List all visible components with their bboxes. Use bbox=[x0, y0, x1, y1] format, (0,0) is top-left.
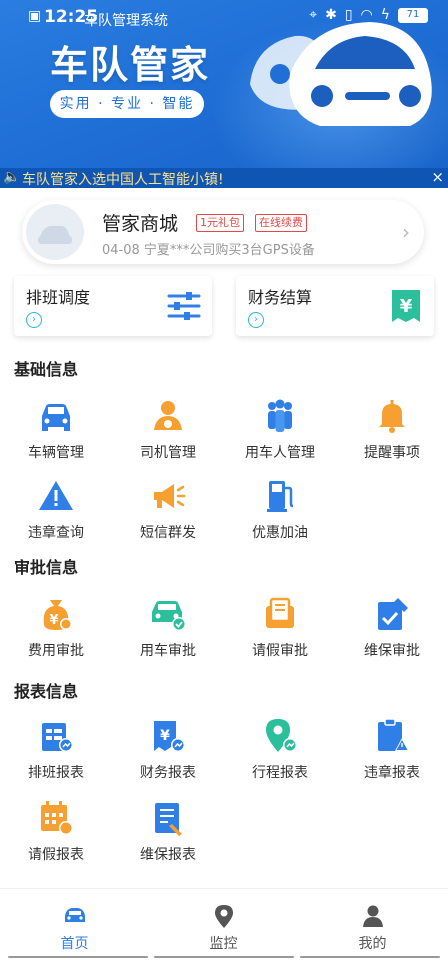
location-report-icon bbox=[266, 719, 297, 752]
shop-card[interactable]: 管家商城 1元礼包 在线续费 04-08 宁夏***公司购买3台GPS设备 › bbox=[22, 200, 424, 264]
grid-finance-report[interactable]: ¥ 财务报表 bbox=[112, 716, 224, 782]
section-title-approval: 审批信息 bbox=[14, 558, 79, 577]
grid-vehicle-use-approval[interactable]: 用车审批 bbox=[112, 594, 224, 660]
grid-trip-report[interactable]: 行程报表 bbox=[224, 716, 336, 782]
grid-fuel-discount[interactable]: 优惠加油 bbox=[224, 476, 336, 542]
tab-label: 首页 bbox=[60, 936, 89, 952]
warning-icon bbox=[39, 481, 73, 510]
svg-text:¥: ¥ bbox=[160, 728, 170, 744]
grid-label: 维保报表 bbox=[140, 847, 196, 863]
car-check-icon bbox=[152, 601, 186, 631]
grid-label: 短信群发 bbox=[140, 525, 196, 541]
shop-thumbnail bbox=[26, 204, 84, 260]
sliders-icon bbox=[167, 292, 201, 320]
grid-driver-management[interactable]: 司机管理 bbox=[112, 396, 224, 462]
tab-monitor[interactable]: 监控 bbox=[149, 903, 298, 953]
notice-text: 车队管家入选中国人工智能小镇! bbox=[22, 172, 224, 188]
status-app-label: 车队管理系统 bbox=[84, 13, 168, 29]
users-icon bbox=[268, 399, 292, 432]
grid-label: 提醒事项 bbox=[364, 445, 420, 461]
quick-label: 排班调度 bbox=[26, 288, 91, 307]
grid-user-management[interactable]: 用车人管理 bbox=[224, 396, 336, 462]
grid-label: 行程报表 bbox=[252, 765, 308, 781]
bell-icon bbox=[379, 400, 405, 433]
grid-leave-approval[interactable]: 请假审批 bbox=[224, 594, 336, 660]
grid-leave-report[interactable]: 请假报表 bbox=[0, 798, 112, 864]
grid-maintenance-approval[interactable]: 维保审批 bbox=[336, 594, 448, 660]
nav-indicator bbox=[8, 956, 148, 958]
home-car-icon bbox=[64, 908, 85, 922]
grid-maintenance-report[interactable]: 维保报表 bbox=[112, 798, 224, 864]
finance-settlement-card[interactable]: 财务结算 › ¥ bbox=[236, 276, 434, 336]
grid-label: 请假审批 bbox=[252, 643, 308, 659]
grid-label: 维保审批 bbox=[364, 643, 420, 659]
bottom-tab-bar: 首页 监控 我的 bbox=[0, 888, 448, 960]
grid-label: 用车人管理 bbox=[245, 445, 315, 461]
calendar-report-icon bbox=[41, 801, 73, 835]
driver-icon bbox=[154, 401, 182, 430]
tab-profile[interactable]: 我的 bbox=[298, 903, 447, 953]
grid-label: 违章查询 bbox=[28, 525, 84, 541]
money-bag-icon: ¥ bbox=[43, 600, 72, 630]
schedule-report-icon bbox=[42, 723, 73, 752]
yuan-receipt-icon: ¥ bbox=[392, 290, 420, 322]
grid-reminders[interactable]: 提醒事项 bbox=[336, 396, 448, 462]
tab-home[interactable]: 首页 bbox=[0, 903, 149, 953]
finance-report-icon: ¥ bbox=[154, 721, 185, 752]
grid-label: 车辆管理 bbox=[28, 445, 84, 461]
shop-car-icon bbox=[38, 226, 72, 244]
close-icon[interactable]: × bbox=[431, 168, 444, 186]
grid-label: 请假报表 bbox=[28, 847, 84, 863]
speaker-icon: 🔈 bbox=[3, 169, 21, 185]
renewal-tag[interactable]: 在线续费 bbox=[255, 214, 307, 232]
grid-label: 用车审批 bbox=[140, 643, 196, 659]
grid-label: 违章报表 bbox=[364, 765, 420, 781]
leave-doc-icon bbox=[266, 597, 294, 628]
section-title-reports: 报表信息 bbox=[14, 682, 79, 701]
grid-label: 财务报表 bbox=[140, 765, 196, 781]
grid-label: 费用审批 bbox=[28, 643, 84, 659]
violation-report-icon bbox=[378, 718, 409, 751]
car-icon bbox=[42, 404, 70, 431]
shop-subtitle: 04-08 宁夏***公司购买3台GPS设备 bbox=[102, 243, 315, 258]
fuel-pump-icon bbox=[267, 481, 294, 512]
svg-text:¥: ¥ bbox=[49, 613, 58, 628]
gift-pack-tag[interactable]: 1元礼包 bbox=[196, 214, 244, 232]
grid-schedule-report[interactable]: 排班报表 bbox=[0, 716, 112, 782]
nav-indicator bbox=[154, 956, 294, 958]
hero-banner[interactable]: ▣ 12:25 车队管理系统 ⌖ ✱ ▯ ◠ ϟ 71 车队管家 实用 · 专业… bbox=[0, 0, 448, 188]
grid-sms-broadcast[interactable]: 短信群发 bbox=[112, 476, 224, 542]
person-icon bbox=[362, 905, 383, 927]
shop-title: 管家商城 bbox=[102, 213, 179, 235]
megaphone-icon bbox=[154, 484, 186, 508]
nav-indicator bbox=[300, 956, 440, 958]
chevron-right-icon: › bbox=[402, 220, 410, 244]
grid-vehicle-management[interactable]: 车辆管理 bbox=[0, 396, 112, 462]
car-illustration-icon bbox=[250, 22, 432, 126]
banner-title: 车队管家 bbox=[50, 43, 211, 87]
wrench-doc-icon bbox=[378, 598, 408, 630]
grid-label: 排班报表 bbox=[28, 765, 84, 781]
chevron-circle-icon: › bbox=[248, 312, 264, 328]
grid-label: 司机管理 bbox=[140, 445, 196, 461]
notice-bar[interactable]: 🔈 车队管家入选中国人工智能小镇! × bbox=[0, 168, 448, 188]
tab-label: 我的 bbox=[358, 936, 387, 952]
tab-label: 监控 bbox=[209, 936, 238, 952]
grid-label: 优惠加油 bbox=[252, 525, 308, 541]
grid-violation-report[interactable]: 违章报表 bbox=[336, 716, 448, 782]
maintenance-report-icon bbox=[155, 803, 182, 836]
sim-icon: ▣ bbox=[28, 8, 42, 24]
quick-label: 财务结算 bbox=[248, 288, 313, 307]
grid-violation-query[interactable]: 违章查询 bbox=[0, 476, 112, 542]
chevron-circle-icon: › bbox=[26, 312, 42, 328]
grid-expense-approval[interactable]: ¥ 费用审批 bbox=[0, 594, 112, 660]
banner-tagline: 实用 · 专业 · 智能 bbox=[50, 90, 204, 118]
schedule-dispatch-card[interactable]: 排班调度 › bbox=[14, 276, 212, 336]
svg-text:¥: ¥ bbox=[400, 296, 413, 317]
location-pin-icon bbox=[214, 905, 233, 928]
section-title-basic: 基础信息 bbox=[14, 360, 79, 379]
